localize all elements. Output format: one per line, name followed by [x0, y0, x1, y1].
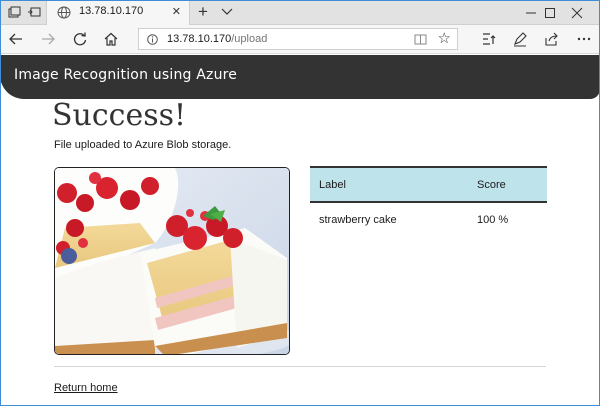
navigation-bar: 13.78.10.170/upload ☆: [0, 25, 600, 54]
app-title: Image Recognition using Azure: [14, 67, 238, 83]
tab-strip: 13.78.10.170 ✕ +: [0, 0, 600, 25]
app-header: Image Recognition using Azure: [0, 55, 600, 99]
result-score: 100 %: [477, 213, 509, 226]
results-table: Label Score strawberry cake 100 %: [310, 166, 547, 236]
more-menu-icon[interactable]: [576, 31, 592, 47]
favorite-star-icon[interactable]: ☆: [438, 30, 451, 48]
favorites-hub-icon[interactable]: [481, 31, 497, 47]
column-header-score: Score: [468, 166, 547, 203]
share-icon[interactable]: [544, 31, 560, 47]
upload-message: File uploaded to Azure Blob storage.: [54, 139, 232, 151]
divider: [54, 366, 546, 367]
column-header-label: Label: [310, 166, 468, 203]
page-title: Success!: [52, 98, 187, 133]
address-bar[interactable]: 13.78.10.170/upload ☆: [138, 28, 458, 50]
uploaded-image: [54, 167, 290, 355]
result-label: strawberry cake: [319, 213, 397, 226]
url-path: /upload: [231, 33, 268, 45]
refresh-icon[interactable]: [72, 31, 88, 47]
new-tab-icon[interactable]: +: [198, 2, 208, 22]
browser-tab[interactable]: 13.78.10.170 ✕: [46, 0, 190, 25]
globe-icon: [57, 6, 71, 19]
table-header-row: Label Score: [310, 166, 547, 203]
set-tabs-aside-icon[interactable]: [27, 5, 41, 19]
pen-icon[interactable]: [512, 31, 528, 47]
close-tab-icon[interactable]: ✕: [172, 5, 181, 18]
reading-view-icon[interactable]: [414, 33, 427, 46]
home-icon[interactable]: [103, 31, 119, 47]
info-icon[interactable]: [147, 34, 158, 45]
url-host: 13.78.10.170: [167, 33, 232, 45]
close-icon: [571, 7, 583, 19]
return-home-link[interactable]: Return home: [54, 382, 118, 394]
tab-manager-icon[interactable]: [7, 5, 21, 19]
forward-arrow-icon[interactable]: [40, 31, 56, 47]
back-arrow-icon[interactable]: [8, 31, 24, 47]
chevron-down-icon[interactable]: [220, 4, 234, 18]
tab-title: 13.78.10.170: [79, 5, 144, 17]
table-row: strawberry cake 100 %: [310, 202, 547, 236]
close-window-button[interactable]: [554, 0, 600, 25]
url-text: 13.78.10.170/upload: [167, 33, 267, 45]
